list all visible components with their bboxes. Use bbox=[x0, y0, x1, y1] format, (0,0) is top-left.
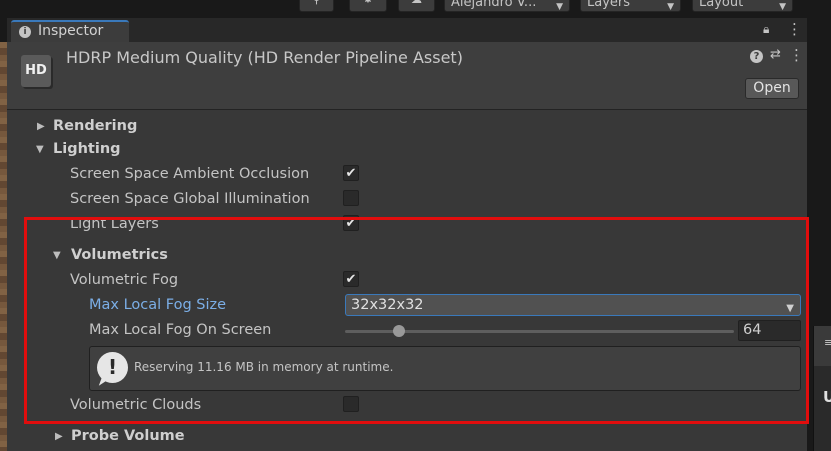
cloud-icon: ☁ bbox=[399, 0, 434, 5]
chevron-down-icon: ▼ bbox=[779, 2, 786, 12]
prop-row-ssao: Screen Space Ambient Occlusion ✔ bbox=[7, 163, 807, 187]
asset-title: HDRP Medium Quality (HD Render Pipeline … bbox=[66, 48, 463, 67]
ssao-checkbox[interactable]: ✔ bbox=[343, 165, 359, 181]
layout-label: Layout bbox=[699, 0, 744, 10]
cloud-button[interactable]: ☁ bbox=[398, 0, 435, 12]
layers-dropdown[interactable]: Layers ▼ bbox=[580, 0, 681, 12]
collab-button[interactable]: ✸ bbox=[349, 0, 387, 12]
right-panel-letter: U bbox=[823, 388, 831, 406]
tab-label: Inspector bbox=[38, 23, 104, 39]
chevron-right-icon[interactable]: ▶ bbox=[37, 116, 45, 138]
tab-inspector[interactable]: i Inspector bbox=[11, 20, 129, 42]
kebab-menu-icon[interactable]: ⋮ bbox=[789, 46, 804, 64]
highlight-box bbox=[24, 217, 809, 424]
ssao-label: Screen Space Ambient Occlusion bbox=[70, 166, 310, 182]
prop-row-ssgi: Screen Space Global Illumination bbox=[7, 188, 807, 212]
ssgi-label: Screen Space Global Illumination bbox=[70, 191, 310, 207]
lock-icon[interactable]: 🔒︎ bbox=[763, 22, 769, 37]
chevron-down-icon: ▼ bbox=[556, 2, 563, 12]
main-toolbar: ⚲ ✸ ☁ Alejandro V... ▼ Layers ▼ Layout ▼ bbox=[0, 0, 831, 16]
search-button[interactable]: ⚲ bbox=[299, 0, 334, 12]
chevron-right-icon[interactable]: ▶ bbox=[55, 426, 63, 448]
layout-dropdown[interactable]: Layout ▼ bbox=[692, 0, 793, 12]
scene-view-edge bbox=[0, 42, 7, 451]
preset-icon[interactable]: ⇄ bbox=[770, 47, 781, 62]
foldout-lighting[interactable]: ▼ Lighting bbox=[7, 138, 807, 162]
account-dropdown[interactable]: Alejandro V... ▼ bbox=[444, 0, 570, 12]
info-icon: i bbox=[19, 26, 31, 38]
section-label-probe-volume: Probe Volume bbox=[71, 428, 185, 444]
layers-label: Layers bbox=[587, 0, 631, 10]
asset-header: HD HDRP Medium Quality (HD Render Pipeli… bbox=[7, 42, 807, 110]
hdrp-asset-icon: HD bbox=[21, 55, 51, 87]
search-icon: ⚲ bbox=[300, 0, 333, 5]
foldout-probe-volume[interactable]: ▶ Probe Volume bbox=[7, 425, 807, 449]
ssgi-checkbox[interactable] bbox=[343, 190, 359, 206]
section-label-rendering: Rendering bbox=[53, 118, 138, 134]
foldout-rendering[interactable]: ▶ Rendering bbox=[7, 115, 807, 139]
right-side-panel: ≡ U bbox=[813, 326, 831, 451]
account-label: Alejandro V... bbox=[451, 0, 537, 10]
chevron-down-icon[interactable]: ▼ bbox=[36, 139, 44, 161]
chevron-down-icon: ▼ bbox=[667, 2, 674, 12]
collab-icon: ✸ bbox=[350, 0, 386, 5]
tab-bar: i Inspector 🔒︎ ⋮ bbox=[7, 18, 807, 42]
open-button[interactable]: Open bbox=[745, 78, 799, 99]
menu-icon[interactable]: ≡ bbox=[824, 336, 831, 349]
kebab-menu-icon[interactable]: ⋮ bbox=[787, 20, 802, 38]
help-icon[interactable]: ? bbox=[750, 50, 763, 63]
section-label-lighting: Lighting bbox=[53, 141, 121, 157]
